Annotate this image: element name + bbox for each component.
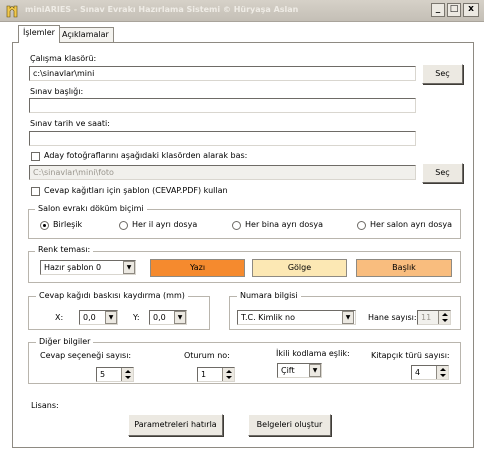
folder-select-button[interactable]: Seç	[422, 64, 463, 84]
answer-options-label: Cevap seçeneği sayısı:	[40, 351, 132, 360]
exam-title-input[interactable]	[29, 98, 416, 113]
radio-her-il[interactable]	[119, 221, 128, 230]
radio-her-bina-label: Her bina ayrı dosya	[245, 220, 324, 229]
app-logo-icon	[4, 3, 20, 19]
offset-x-label: X:	[55, 313, 64, 322]
photo-folder-select-button[interactable]: Seç	[422, 163, 463, 183]
remember-parameters-button[interactable]: Parametreleri hatırla	[128, 414, 223, 436]
close-button[interactable]: x	[463, 3, 479, 17]
chevron-down-icon[interactable]: ▼	[342, 311, 354, 324]
answer-options-spinner[interactable]	[121, 368, 133, 381]
window-title: miniARIES - Sınav Evrakı Hazırlama Siste…	[25, 5, 299, 14]
offset-y-label: Y:	[133, 313, 140, 322]
chevron-down-icon[interactable]: ▼	[123, 261, 135, 274]
photo-checkbox[interactable]	[31, 152, 40, 161]
exam-title-label: Sınav başlığı:	[30, 87, 84, 96]
digits-label: Hane sayısı:	[368, 313, 417, 322]
exam-datetime-label: Sınav tarih ve saati:	[30, 119, 110, 128]
tab-islemler[interactable]: İşlemler	[18, 25, 60, 43]
radio-her-salon-label: Her salon ayrı dosya	[370, 220, 453, 229]
shadow-color-button[interactable]: Gölge	[252, 259, 347, 277]
theme-group-title: Renk teması:	[35, 245, 94, 254]
heading-color-button[interactable]: Başlık	[356, 259, 452, 277]
radio-birlesik[interactable]	[40, 221, 49, 230]
template-checkbox-label: Cevap kağıtları için şablon (CEVAP.PDF) …	[44, 186, 228, 195]
photo-checkbox-label: Aday fotoğraflarını aşağıdaki klasörden …	[44, 151, 248, 160]
generate-documents-button[interactable]: Belgeleri oluştur	[248, 414, 331, 436]
session-spinner[interactable]	[222, 368, 234, 381]
salon-group-title: Salon evrakı döküm biçimi	[35, 204, 147, 213]
offset-group-title: Cevap kağıdı baskısı kaydırma (mm)	[36, 291, 188, 300]
binary-parity-label: İkili kodlama eşlik:	[276, 349, 350, 358]
folder-input[interactable]: c:\sinavlar\mini	[29, 66, 416, 81]
template-checkbox[interactable]	[31, 187, 40, 196]
number-type-select[interactable]: T.C. Kimlik no	[237, 310, 356, 325]
license-label: Lisans:	[31, 401, 59, 410]
chevron-down-icon[interactable]: ▼	[309, 364, 321, 377]
booklet-types-label: Kitapçık türü sayısı:	[371, 351, 450, 360]
radio-her-il-label: Her il ayrı dosya	[132, 220, 198, 229]
number-group-title: Numara bilgisi	[237, 291, 301, 300]
other-group-title: Diğer bilgiler	[36, 337, 94, 346]
radio-her-salon[interactable]	[357, 221, 366, 230]
minimize-button[interactable]: _	[431, 3, 445, 17]
radio-birlesik-label: Birleşik	[53, 220, 83, 229]
digits-spinner[interactable]	[438, 311, 450, 324]
text-color-button[interactable]: Yazı	[150, 259, 245, 277]
other-group	[28, 342, 461, 384]
theme-select[interactable]: Hazır şablon 0	[40, 260, 136, 275]
radio-her-bina[interactable]	[232, 221, 241, 230]
tab-aciklamalar[interactable]: Açıklamalar	[57, 27, 114, 43]
photo-folder-input[interactable]: C:\sinavlar\mini\foto	[29, 165, 416, 180]
exam-datetime-input[interactable]	[29, 131, 416, 146]
booklet-types-spinner[interactable]	[436, 366, 448, 379]
chevron-down-icon[interactable]: ▼	[174, 311, 186, 324]
session-label: Oturum no:	[184, 351, 230, 360]
chevron-down-icon[interactable]: ▼	[105, 311, 117, 324]
maximize-button[interactable]: □	[447, 3, 461, 17]
folder-label: Çalışma klasörü:	[30, 54, 97, 63]
